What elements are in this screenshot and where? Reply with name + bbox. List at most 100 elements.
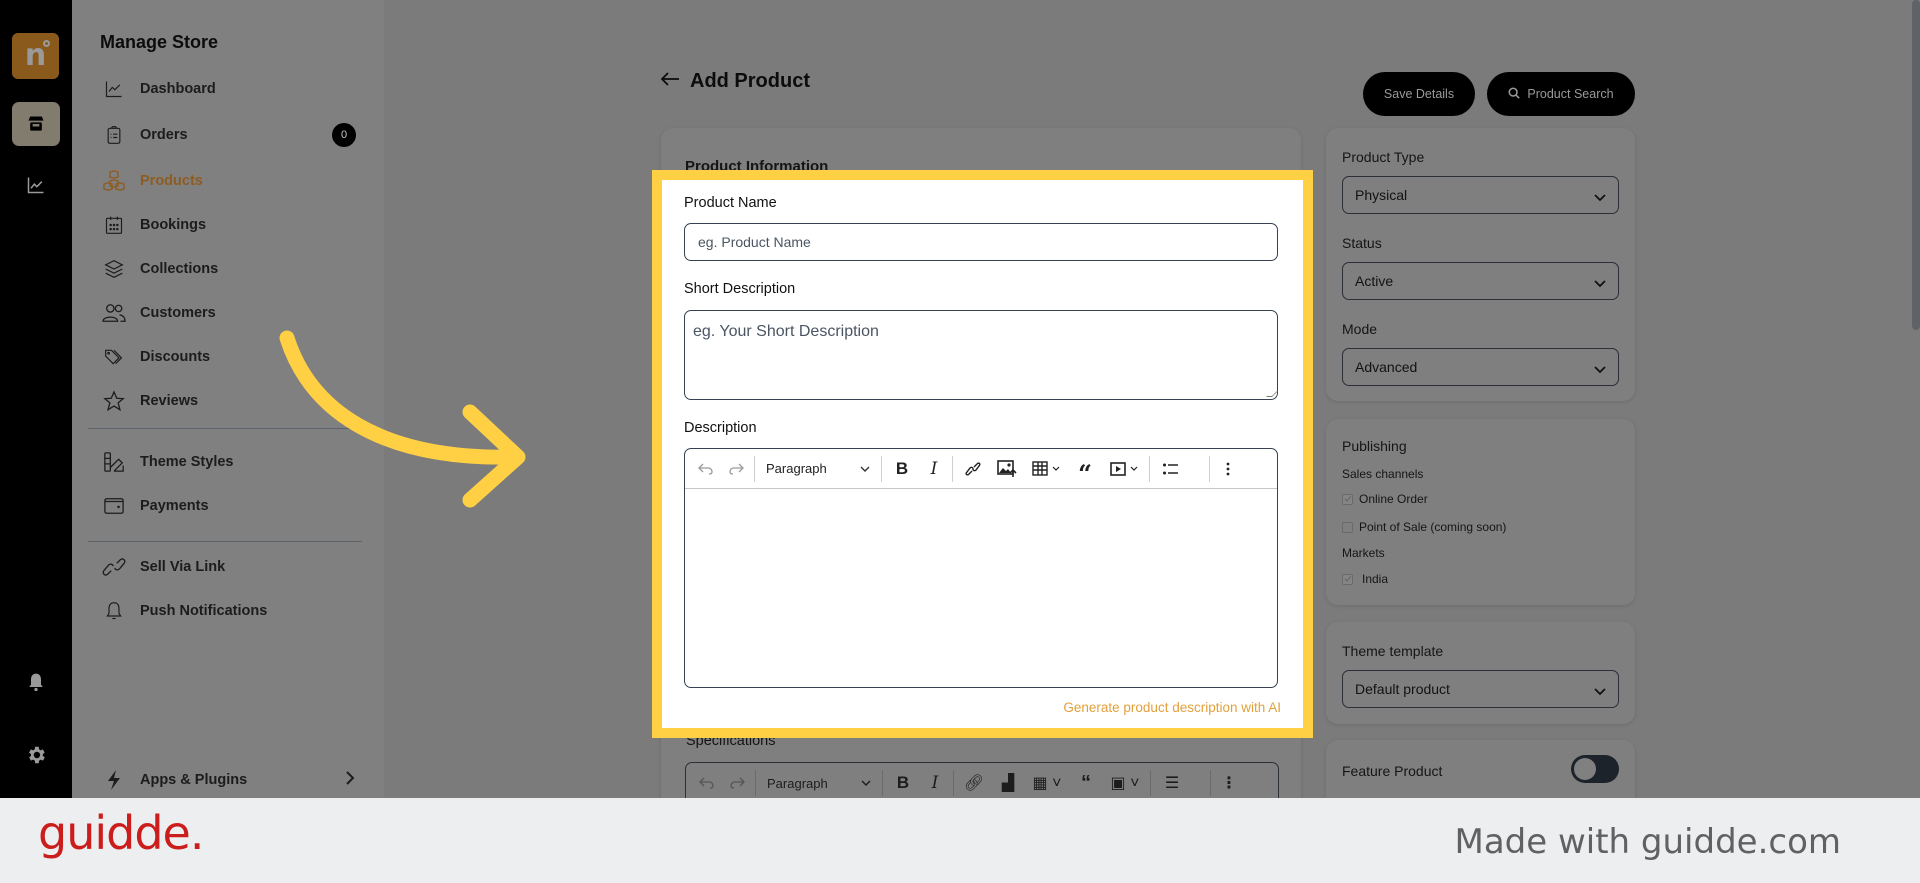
image-upload-icon[interactable] <box>990 449 1024 489</box>
link-icon[interactable]: 🔗︎ <box>957 763 991 798</box>
bold-icon[interactable]: B <box>885 449 919 489</box>
more-options-icon[interactable]: ⋮ <box>1214 763 1244 798</box>
market-india[interactable]: India <box>1342 572 1388 586</box>
gear-icon[interactable] <box>24 743 48 767</box>
theme-template-select[interactable]: Default product <box>1342 670 1619 708</box>
link-icon[interactable] <box>956 449 990 489</box>
orders-count-badge: 0 <box>332 123 356 147</box>
sidebar-item-label: Products <box>140 173 203 189</box>
checkbox-checked[interactable] <box>1342 493 1353 505</box>
sidebar-item-sell-via-link[interactable]: Sell Via Link <box>102 553 356 581</box>
store-icon[interactable] <box>12 102 60 146</box>
bold-icon[interactable]: B <box>886 763 920 798</box>
media-embed-icon[interactable]: ▣ ˅ <box>1103 763 1147 798</box>
short-description-label: Short Description <box>684 281 796 297</box>
chart-icon[interactable] <box>24 173 48 197</box>
sidebar-title: Manage Store <box>100 32 219 52</box>
undo-icon[interactable] <box>691 449 721 489</box>
generate-ai-description-link[interactable]: Generate product description with AI <box>1063 700 1281 715</box>
theme-template-label: Theme template <box>1342 643 1444 659</box>
theme-template-card: Theme template Default product <box>1326 622 1635 724</box>
specifications-editor[interactable]: Paragraph B I 🔗︎ ▟ ▦ ˅ “ ▣ ˅ ☰ ⋮ <box>685 762 1279 798</box>
sidebar-item-label: Discounts <box>140 349 211 365</box>
paragraph-select[interactable]: Paragraph <box>759 763 879 798</box>
blockquote-icon[interactable]: “ <box>1069 763 1103 798</box>
product-name-input[interactable]: eg. Product Name <box>684 223 1278 261</box>
save-details-button[interactable]: Save Details <box>1363 72 1475 116</box>
more-options-icon[interactable] <box>1213 449 1243 489</box>
sidebar-item-label: Dashboard <box>140 81 216 97</box>
media-embed-icon[interactable] <box>1102 449 1146 489</box>
bulleted-list-icon[interactable]: ☰ <box>1154 763 1190 798</box>
sidebar-item-bookings[interactable]: Bookings <box>102 211 356 239</box>
theme-template-value: Default product <box>1355 681 1450 697</box>
mode-select[interactable]: Advanced <box>1342 348 1619 386</box>
table-icon[interactable]: ▦ ˅ <box>1025 763 1069 798</box>
checkbox-label: India <box>1362 572 1389 586</box>
channel-online-order[interactable]: Online Order <box>1342 492 1428 506</box>
markets-label: Markets <box>1342 546 1385 560</box>
checkbox-unchecked[interactable] <box>1342 521 1353 533</box>
feature-product-label: Feature Product <box>1342 763 1443 779</box>
bulleted-list-icon[interactable] <box>1153 449 1189 489</box>
resize-handle[interactable] <box>1266 391 1278 397</box>
channel-point-of-sale[interactable]: Point of Sale (coming soon) <box>1342 520 1506 534</box>
sidebar-divider <box>88 541 362 542</box>
undo-icon[interactable] <box>692 763 722 798</box>
paragraph-label: Paragraph <box>766 461 827 476</box>
sidebar-item-collections[interactable]: Collections <box>102 255 356 283</box>
app-logo[interactable]: n <box>12 33 59 79</box>
redo-icon[interactable] <box>721 449 751 489</box>
guide-arrow-icon <box>279 330 526 508</box>
scrollbar[interactable] <box>1912 0 1920 330</box>
italic-icon[interactable]: I <box>919 449 949 489</box>
product-name-label: Product Name <box>684 195 777 211</box>
page-header: Add Product <box>660 70 810 93</box>
checkbox-checked[interactable] <box>1342 573 1353 585</box>
italic-icon[interactable]: I <box>920 763 950 798</box>
paragraph-select[interactable]: Paragraph <box>758 449 878 489</box>
chevron-down-icon <box>1594 683 1606 699</box>
short-description-textarea[interactable]: eg. Your Short Description <box>684 310 1278 400</box>
sidebar-item-label: Reviews <box>140 393 199 409</box>
sidebar-item-push-notifications[interactable]: Push Notifications <box>102 597 356 625</box>
sidebar-item-label: Orders <box>140 127 188 143</box>
publishing-card: Publishing Sales channels Online Order P… <box>1326 419 1635 605</box>
sidebar-item-orders[interactable]: Orders 0 <box>102 121 356 149</box>
users-icon <box>102 301 126 325</box>
product-name-placeholder: eg. Product Name <box>698 234 811 250</box>
chevron-down-icon <box>1594 189 1606 205</box>
description-label: Description <box>684 420 757 436</box>
short-description-placeholder: eg. Your Short Description <box>693 323 879 340</box>
bell-icon[interactable] <box>24 670 48 694</box>
description-editor-body[interactable] <box>685 489 1277 687</box>
product-settings-card: Product Type Physical Status Active Mode… <box>1326 128 1635 401</box>
save-details-label: Save Details <box>1383 87 1455 101</box>
description-editor[interactable]: Paragraph B I “ <box>684 448 1278 688</box>
product-type-select[interactable]: Physical <box>1342 176 1619 214</box>
highlighted-form-section: Product Name eg. Product Name Short Desc… <box>652 170 1313 738</box>
sidebar-item-products[interactable]: Products <box>102 167 356 195</box>
blockquote-icon[interactable]: “ <box>1068 449 1102 489</box>
back-arrow-icon[interactable] <box>660 70 680 93</box>
sidebar-item-label: Collections <box>140 261 219 277</box>
sidebar-item-apps-plugins[interactable]: Apps & Plugins <box>102 766 356 794</box>
sidebar-item-dashboard[interactable]: Dashboard <box>102 75 356 103</box>
chevron-down-icon <box>1594 275 1606 291</box>
search-icon <box>1508 87 1521 102</box>
sidebar-item-label: Sell Via Link <box>140 559 226 575</box>
sidebar-item-label: Theme Styles <box>140 454 234 470</box>
table-icon[interactable] <box>1024 449 1068 489</box>
product-search-button[interactable]: Product Search <box>1487 72 1635 116</box>
layers-icon <box>102 257 126 281</box>
status-select[interactable]: Active <box>1342 262 1619 300</box>
specifications-toolbar: Paragraph B I 🔗︎ ▟ ▦ ˅ “ ▣ ˅ ☰ ⋮ <box>686 763 1278 798</box>
paragraph-label: Paragraph <box>767 775 828 791</box>
redo-icon[interactable] <box>722 763 752 798</box>
sidebar-item-label: Apps & Plugins <box>140 772 248 788</box>
feature-product-toggle[interactable] <box>1571 755 1619 783</box>
checkbox-label: Online Order <box>1359 492 1428 506</box>
status-value: Active <box>1355 273 1394 289</box>
image-upload-icon[interactable]: ▟ <box>991 763 1025 798</box>
guidde-logo: guidde. <box>38 806 204 860</box>
